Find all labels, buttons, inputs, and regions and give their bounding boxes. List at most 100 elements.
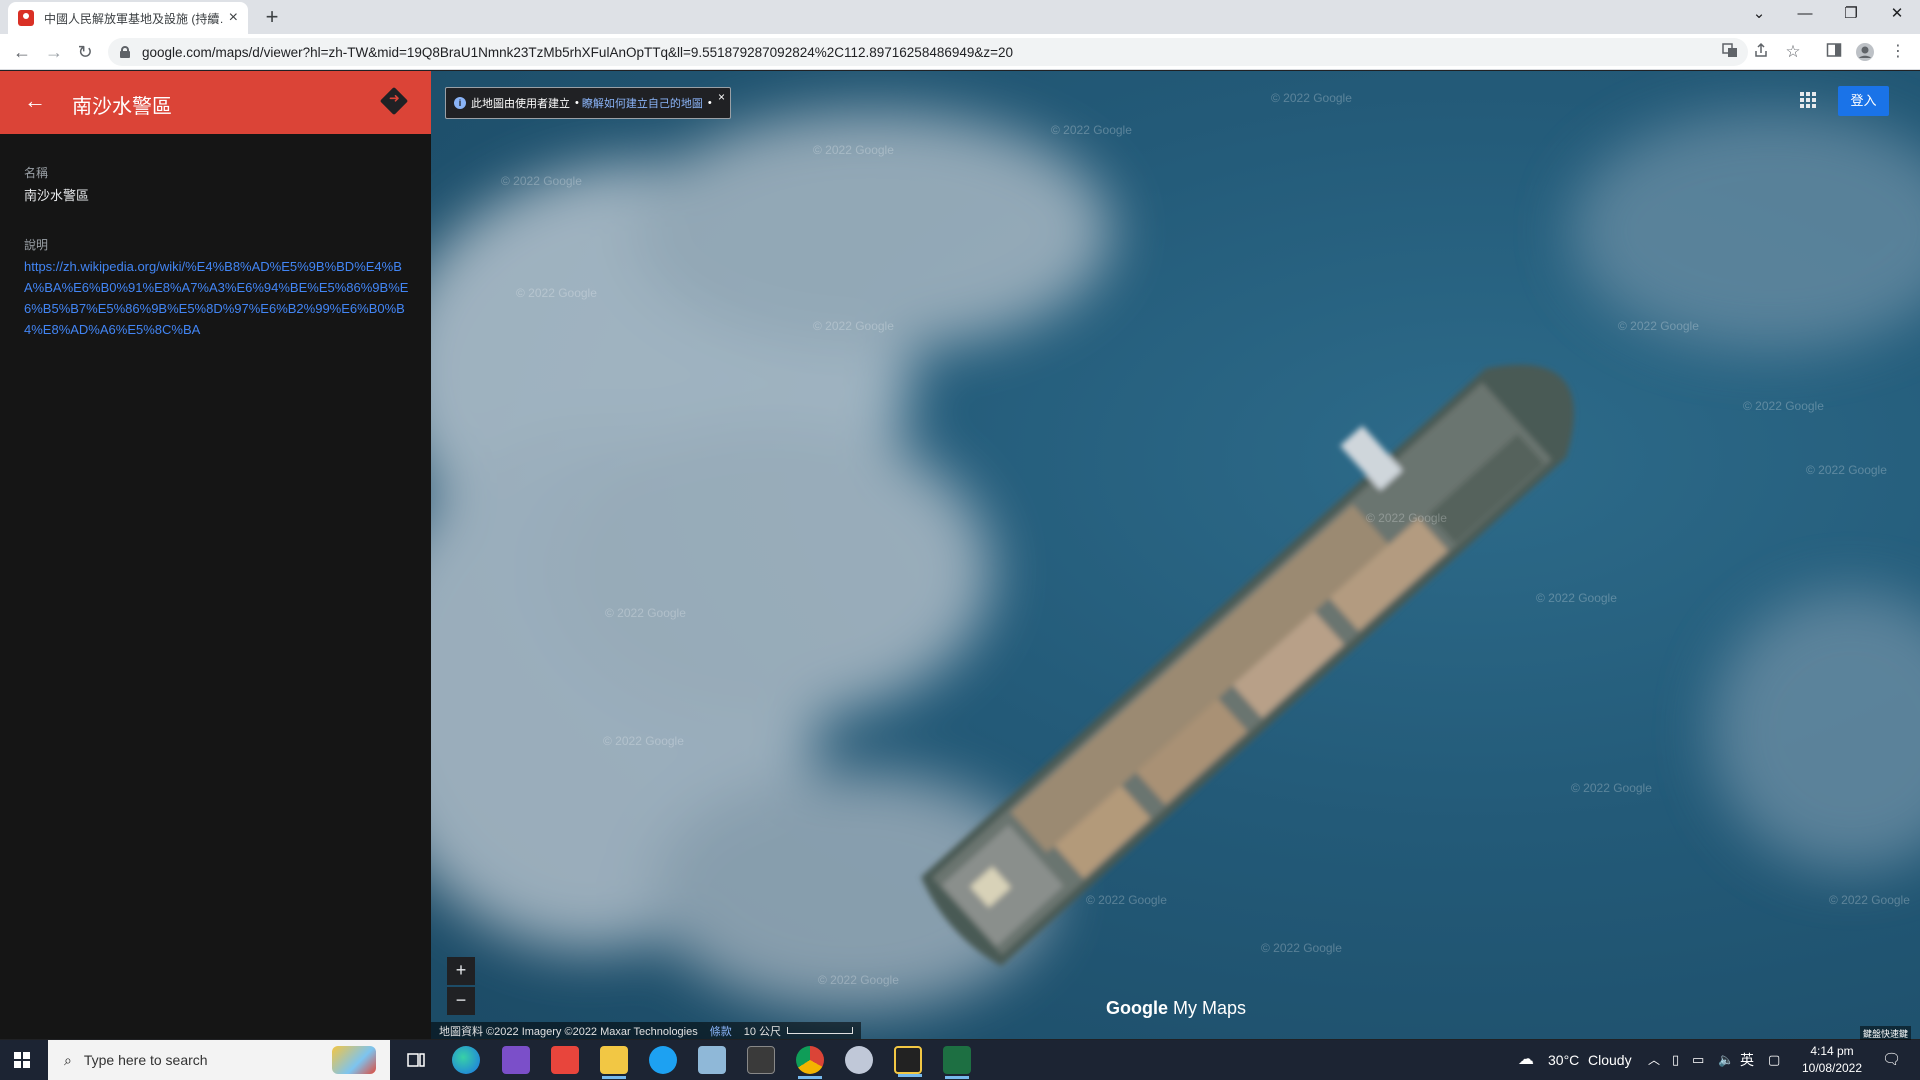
feature-detail-panel: ← 南沙水警區 名稱 南沙水警區 說明 https://zh.wikipedia… [0,71,431,1039]
zoom-in-button[interactable]: + [447,957,475,985]
back-arrow-icon[interactable]: ← [24,89,48,113]
watermark: © 2022 Google [1829,893,1910,907]
description-label: 說明 [24,238,49,252]
panel-title: 南沙水警區 [72,96,172,118]
watermark: © 2022 Google [1743,399,1824,413]
menu-kebab-icon[interactable]: ⋮ [1888,42,1908,62]
side-panel-icon[interactable] [1824,42,1844,62]
restore-button[interactable]: ❐ [1828,0,1874,30]
watermark: © 2022 Google [516,286,597,300]
watermark: © 2022 Google [1536,591,1617,605]
watermark: © 2022 Google [1261,941,1342,955]
cloud-weather-icon[interactable]: ☁ [1518,1040,1534,1080]
forward-button[interactable]: → [42,40,66,64]
watermark: © 2022 Google [813,143,894,157]
screen: 中國人民解放軍基地及設施 (持續… × + ⌄ — ❐ ✕ ← → ↻ goog… [0,0,1920,1080]
zoom-out-button[interactable]: − [447,987,475,1015]
map-attribution-bar: 地圖資料 ©2022 Imagery ©2022 Maxar Technolog… [431,1022,862,1039]
back-button[interactable]: ← [10,40,34,64]
sign-in-button[interactable]: 登入 [1838,86,1889,116]
share-icon[interactable] [1751,42,1771,62]
learn-create-map-link[interactable]: 瞭解如何建立自己的地圖 [582,95,703,111]
sticky-app-icon[interactable] [894,1046,922,1077]
clock-time: 4:14 pm [1810,1044,1854,1058]
browser-toolbar: ← → ↻ google.com/maps/d/viewer?hl=zh-TW&… [0,34,1920,70]
battery-icon[interactable]: ▯ [1672,1040,1679,1080]
user-created-map-notice: i 此地圖由使用者建立 • 瞭解如何建立自己的地圖 • × [445,87,731,119]
snipping-tool-icon[interactable] [845,1046,873,1074]
watermark: © 2022 Google [603,734,684,748]
notification-icon[interactable]: 🗨 [1882,1040,1901,1080]
network-icon[interactable]: ▭ [1692,1040,1704,1080]
watermark: © 2022 Google [1366,511,1447,525]
chrome-icon[interactable] [796,1046,824,1079]
watermark: © 2022 Google [501,174,582,188]
task-view-icon[interactable] [402,1046,430,1074]
directions-icon[interactable] [379,86,409,116]
edge-icon[interactable] [452,1046,480,1074]
tray-overflow-icon[interactable]: ︿ [1648,1040,1660,1080]
attribution-text: 地圖資料 ©2022 Imagery ©2022 Maxar Technolog… [439,1025,698,1038]
volume-icon[interactable]: 🔈 [1718,1040,1734,1080]
windows-start-icon[interactable] [14,1052,30,1068]
search-placeholder: Type here to search [83,1052,208,1068]
maps-pin-icon [18,10,34,26]
name-label: 名稱 [24,166,49,180]
satellite-imagery [431,111,1920,1011]
watermark: © 2022 Google [1618,319,1699,333]
notice-close-button[interactable]: × [718,90,725,104]
translate-icon[interactable] [1720,42,1740,62]
google-my-maps-logo: Google My Maps [1106,998,1246,1019]
description-link[interactable]: https://zh.wikipedia.org/wiki/%E4%B8%AD%… [24,256,409,340]
watermark: © 2022 Google [1086,893,1167,907]
input-method-indicator[interactable]: 英 [1740,1040,1754,1080]
minimize-button[interactable]: — [1782,0,1828,30]
notice-text: 此地圖由使用者建立 [471,98,570,110]
keyboard-shortcuts-link[interactable]: 鍵盤快速鍵 [1860,1026,1912,1041]
watermark: © 2022 Google [1571,781,1652,795]
excel-icon[interactable] [943,1046,971,1079]
search-icon: ⌕ [64,1051,72,1068]
scale-bar [787,1027,854,1034]
watermark: © 2022 Google [1051,123,1132,137]
scale-label[interactable]: 10 公尺 [744,1023,781,1039]
watermark: © 2022 Google [818,973,899,987]
profile-icon[interactable] [1855,42,1875,62]
new-tab-button[interactable]: + [258,4,286,32]
search-highlight-icon[interactable] [332,1046,376,1074]
watermark: © 2022 Google [813,319,894,333]
tab-title: 中國人民解放軍基地及設施 (持續… [44,11,223,26]
watermark: © 2022 Google [1806,463,1887,477]
visual-studio-icon[interactable] [502,1046,530,1074]
bookmark-star-icon[interactable]: ☆ [1783,42,1803,62]
file-explorer-icon[interactable] [600,1046,628,1079]
taskbar-clock[interactable]: 4:14 pm 10/08/2022 [1796,1043,1868,1077]
taskbar-search[interactable]: ⌕ Type here to search [48,1040,390,1080]
tab-close-button[interactable]: × [229,10,238,26]
weather-description[interactable]: Cloudy [1588,1040,1632,1080]
name-value: 南沙水警區 [24,188,90,203]
url-text[interactable]: google.com/maps/d/viewer?hl=zh-TW&mid=19… [142,45,1013,60]
google-apps-icon[interactable] [1800,92,1816,108]
lock-icon[interactable] [120,46,130,58]
terms-link[interactable]: 條款 [710,1023,732,1039]
google-logo-text: Google [1106,998,1168,1018]
language-icon[interactable]: ▢ [1768,1040,1780,1080]
clock-date: 10/08/2022 [1801,1061,1863,1075]
notice-bullet: • [707,97,712,109]
terminal-icon[interactable] [747,1046,775,1074]
reload-button[interactable]: ↻ [73,40,97,64]
info-icon: i [454,97,466,109]
windows-taskbar: ⌕ Type here to search ☁ 30°C Cloudy ︿ ▯ … [0,1040,1920,1080]
skype-icon[interactable] [649,1046,677,1074]
app-blue-icon[interactable] [698,1046,726,1074]
browser-tab[interactable]: 中國人民解放軍基地及設施 (持續… × [8,2,248,34]
address-bar[interactable]: google.com/maps/d/viewer?hl=zh-TW&mid=19… [108,38,1748,66]
watermark: © 2022 Google [605,606,686,620]
app-red-icon[interactable] [551,1046,579,1074]
weather-temperature[interactable]: 30°C [1548,1040,1579,1080]
tab-search-button[interactable]: ⌄ [1736,0,1782,30]
close-window-button[interactable]: ✕ [1874,0,1920,30]
tab-strip: 中國人民解放軍基地及設施 (持續… × + ⌄ — ❐ ✕ [0,0,1920,34]
satellite-map[interactable]: © 2022 Google © 2022 Google © 2022 Googl… [431,71,1920,1039]
